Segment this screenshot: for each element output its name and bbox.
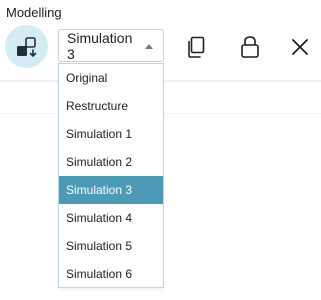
simulation-select[interactable]: Simulation 3 (58, 29, 164, 62)
simulation-dropdown-list: Original Restructure Simulation 1 Simula… (58, 63, 164, 288)
caret-up-icon (145, 43, 153, 49)
close-icon (292, 39, 308, 55)
dropdown-option[interactable]: Original (59, 64, 163, 92)
dropdown-option-selected[interactable]: Simulation 3 (59, 176, 163, 204)
dropdown-option[interactable]: Simulation 5 (59, 232, 163, 260)
lock-button[interactable] (238, 34, 262, 60)
model-switch-icon (16, 36, 36, 57)
dropdown-option[interactable]: Simulation 4 (59, 204, 163, 232)
simulation-select-value: Simulation 3 (67, 29, 133, 62)
copy-icon (188, 36, 205, 58)
dropdown-option[interactable]: Simulation 1 (59, 120, 163, 148)
dropdown-option[interactable]: Simulation 2 (59, 148, 163, 176)
dropdown-option[interactable]: Restructure (59, 92, 163, 120)
model-switch-button[interactable] (5, 25, 48, 68)
panel-title: Modelling (6, 5, 62, 20)
close-button[interactable] (288, 34, 312, 60)
copy-button[interactable] (184, 34, 208, 60)
dropdown-option[interactable]: Simulation 6 (59, 260, 163, 288)
modelling-panel: Modelling Simulation 3 Original Restruct… (0, 0, 321, 300)
lock-icon (241, 36, 259, 58)
